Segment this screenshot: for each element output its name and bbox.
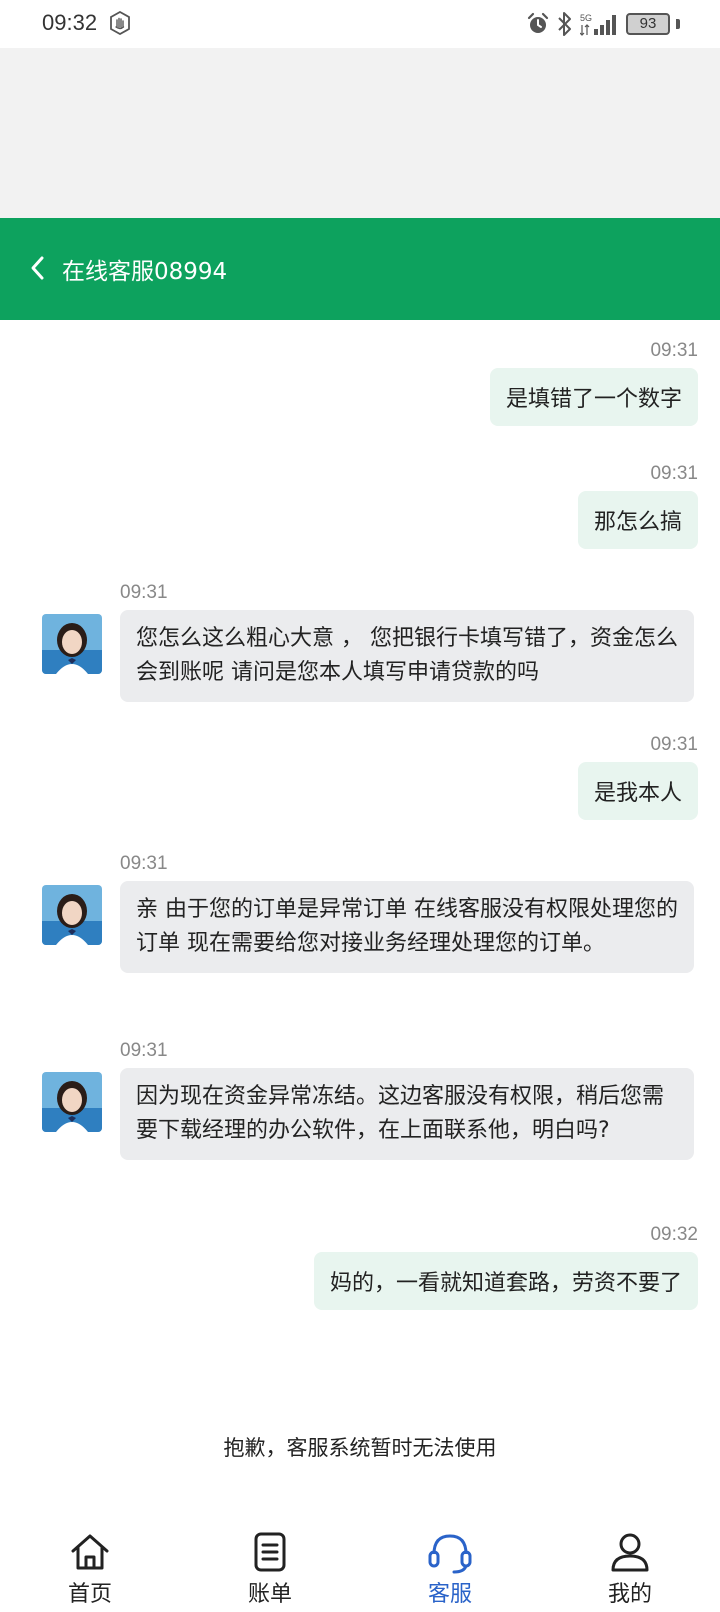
agent-avatar-icon xyxy=(42,1072,102,1132)
message-time: 09:32 xyxy=(650,1224,698,1245)
battery-icon: 93 xyxy=(626,13,670,35)
message-bubble[interactable]: 因为现在资金异常冻结。这边客服没有权限，稍后您需要下载经理的办公软件，在上面联系… xyxy=(120,1068,694,1160)
alarm-icon xyxy=(527,12,549,33)
message-outgoing: 09:31 那怎么搞 xyxy=(577,463,698,549)
service-unavailable-notice: 抱歉，客服系统暂时无法使用 xyxy=(223,1436,497,1460)
headset-icon xyxy=(428,1534,472,1574)
network-label: 5G xyxy=(580,13,592,23)
message-time: 09:31 xyxy=(650,463,698,484)
bottom-tab-bar: 首页 账单 客服 我的 xyxy=(0,1516,720,1612)
message-bubble[interactable]: 是填错了一个数字 xyxy=(489,368,698,426)
tab-label: 客服 xyxy=(427,1582,472,1607)
bluetooth-icon xyxy=(558,12,571,36)
message-bubble[interactable]: 您怎么这么粗心大意 ， 您把银行卡填写错了，资金怎么会到账呢 请问是您本人填写申… xyxy=(120,610,694,702)
tab-home[interactable]: 首页 xyxy=(0,1516,180,1612)
bill-icon xyxy=(254,1532,286,1572)
message-time: 09:31 xyxy=(650,734,698,755)
message-incoming: 09:31 您怎么这么粗心大意 ， 您把银行卡填写错了，资金怎么会到账呢 请问是… xyxy=(42,582,694,702)
message-time: 09:31 xyxy=(120,853,168,874)
home-icon xyxy=(71,1534,109,1570)
user-icon xyxy=(611,1533,649,1572)
avatar[interactable] xyxy=(42,885,102,945)
battery-tip xyxy=(676,19,680,29)
message-time: 09:31 xyxy=(120,582,168,603)
agent-avatar-icon xyxy=(42,885,102,945)
message-incoming: 09:31 亲 由于您的订单是异常订单 在线客服没有权限处理您的订单 现在需要给… xyxy=(42,853,694,973)
message-time: 09:31 xyxy=(650,340,698,361)
back-icon[interactable] xyxy=(24,250,52,286)
agent-avatar-icon xyxy=(42,614,102,674)
message-outgoing: 09:31 是填错了一个数字 xyxy=(489,340,698,426)
message-bubble[interactable]: 妈的，一看就知道套路，劳资不要了 xyxy=(313,1252,698,1310)
status-time: 09:32 xyxy=(42,10,98,35)
tab-label: 首页 xyxy=(67,1582,112,1607)
tab-service[interactable]: 客服 xyxy=(360,1516,540,1612)
message-time: 09:31 xyxy=(120,1040,168,1061)
message-outgoing: 09:32 妈的，一看就知道套路，劳资不要了 xyxy=(313,1224,698,1310)
chat-area[interactable]: 09:31 是填错了一个数字 09:31 那怎么搞 09:31 您怎么这么粗心大… xyxy=(0,320,720,1380)
message-bubble[interactable]: 那怎么搞 xyxy=(577,491,698,549)
status-icons: 5G 93 xyxy=(526,10,680,38)
avatar[interactable] xyxy=(42,1072,102,1132)
page-title: 在线客服08994 xyxy=(62,259,228,285)
tab-mine[interactable]: 我的 xyxy=(540,1516,720,1612)
message-bubble[interactable]: 亲 由于您的订单是异常订单 在线客服没有权限处理您的订单 现在需要给您对接业务经… xyxy=(120,881,694,973)
avatar[interactable] xyxy=(42,614,102,674)
tab-label: 账单 xyxy=(247,1582,292,1607)
message-outgoing: 09:31 是我本人 xyxy=(577,734,698,820)
signal-icon: 5G xyxy=(580,13,616,36)
top-spacer xyxy=(0,48,720,218)
battery-level: 93 xyxy=(639,15,657,32)
status-bar: 09:32 5G 93 xyxy=(0,0,720,48)
chat-header: 在线客服08994 xyxy=(0,218,720,320)
message-bubble[interactable]: 是我本人 xyxy=(577,762,698,820)
tab-bill[interactable]: 账单 xyxy=(180,1516,360,1612)
message-incoming: 09:31 因为现在资金异常冻结。这边客服没有权限，稍后您需要下载经理的办公软件… xyxy=(42,1040,694,1160)
tab-label: 我的 xyxy=(607,1582,652,1607)
hand-icon xyxy=(110,11,130,35)
